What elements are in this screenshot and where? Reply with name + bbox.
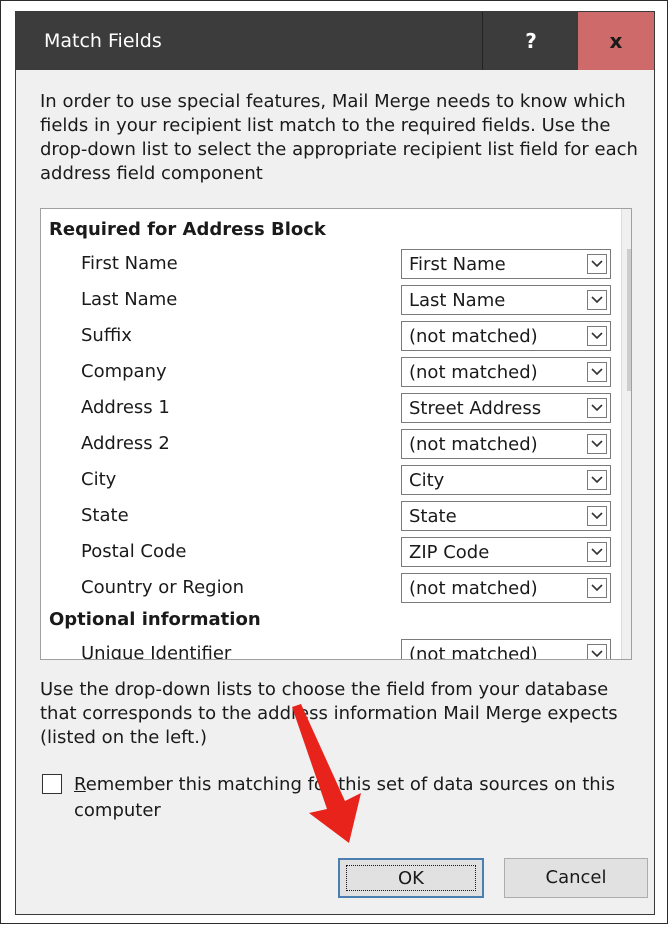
field-label: Address 1 <box>81 397 170 418</box>
field-dropdown[interactable]: Street Address <box>401 393 611 423</box>
dropdown-arrow-button[interactable] <box>587 254 607 274</box>
chevron-down-icon <box>591 584 603 592</box>
field-label: Country or Region <box>81 577 244 598</box>
scroll-thumb[interactable] <box>627 249 631 391</box>
match-fields-dialog: Match Fields ? x In order to use special… <box>15 11 655 915</box>
dialog-title: Match Fields <box>44 30 162 52</box>
help-button[interactable]: ? <box>482 12 579 70</box>
field-label: Address 2 <box>81 433 170 454</box>
dropdown-value: (not matched) <box>409 362 538 383</box>
access-key-letter: R <box>74 774 86 795</box>
field-mapping-list[interactable]: Required for Address Block First Name Firs… <box>40 208 632 660</box>
dropdown-value: First Name <box>409 254 506 275</box>
chevron-up-icon <box>631 221 632 229</box>
chevron-down-icon <box>591 332 603 340</box>
dropdown-value: Last Name <box>409 290 506 311</box>
chevron-down-icon <box>591 650 603 658</box>
field-row: Company (not matched) <box>41 355 621 389</box>
field-row: Suffix (not matched) <box>41 319 621 353</box>
chevron-down-icon <box>591 548 603 556</box>
field-dropdown[interactable]: (not matched) <box>401 573 611 603</box>
dropdown-value: (not matched) <box>409 644 538 660</box>
scroll-up-button[interactable] <box>622 209 632 243</box>
chevron-down-icon <box>591 512 603 520</box>
dropdown-arrow-button[interactable] <box>587 542 607 562</box>
field-row: First Name First Name <box>41 247 621 281</box>
field-row: Postal Code ZIP Code <box>41 535 621 569</box>
dropdown-arrow-button[interactable] <box>587 434 607 454</box>
field-dropdown[interactable]: City <box>401 465 611 495</box>
field-label: Company <box>81 361 167 382</box>
field-dropdown[interactable]: (not matched) <box>401 357 611 387</box>
dropdown-arrow-button[interactable] <box>587 398 607 418</box>
field-row: Country or Region (not matched) <box>41 571 621 605</box>
dropdown-arrow-button[interactable] <box>587 506 607 526</box>
scroll-down-button[interactable] <box>622 625 632 659</box>
field-row: Address 2 (not matched) <box>41 427 621 461</box>
field-label: State <box>81 505 129 526</box>
intro-text: In order to use special features, Mail M… <box>40 91 638 184</box>
dropdown-arrow-button[interactable] <box>587 362 607 382</box>
field-label: City <box>81 469 117 490</box>
dropdown-arrow-button[interactable] <box>587 326 607 346</box>
dropdown-arrow-button[interactable] <box>587 578 607 598</box>
field-label: Postal Code <box>81 541 187 562</box>
field-dropdown[interactable]: Last Name <box>401 285 611 315</box>
field-dropdown[interactable]: (not matched) <box>401 639 611 660</box>
field-label: First Name <box>81 253 178 274</box>
field-label: Last Name <box>81 289 178 310</box>
chevron-down-icon <box>591 296 603 304</box>
field-row: Address 1 Street Address <box>41 391 621 425</box>
remember-matching-checkbox[interactable] <box>42 774 62 794</box>
chevron-down-icon <box>591 368 603 376</box>
dropdown-value: Street Address <box>409 398 542 419</box>
field-row: City City <box>41 463 621 497</box>
dropdown-arrow-button[interactable] <box>587 644 607 659</box>
field-row: Unique Identifier (not matched) <box>41 637 621 660</box>
screenshot-frame: Match Fields ? x In order to use special… <box>0 0 668 924</box>
close-button[interactable]: x <box>578 12 654 70</box>
field-row: State State <box>41 499 621 533</box>
field-dropdown[interactable]: First Name <box>401 249 611 279</box>
ok-button[interactable]: OK <box>338 858 484 898</box>
cancel-button[interactable]: Cancel <box>504 858 648 898</box>
dropdown-arrow-button[interactable] <box>587 470 607 490</box>
field-dropdown[interactable]: ZIP Code <box>401 537 611 567</box>
vertical-scrollbar[interactable] <box>621 209 632 659</box>
field-label: Unique Identifier <box>81 643 232 660</box>
chevron-down-icon <box>631 637 632 645</box>
remember-label-text: emember this matching for this set of da… <box>74 774 616 821</box>
dropdown-value: (not matched) <box>409 326 538 347</box>
dropdown-value: (not matched) <box>409 434 538 455</box>
dropdown-value: City <box>409 470 445 491</box>
chevron-down-icon <box>591 476 603 484</box>
dropdown-arrow-button[interactable] <box>587 290 607 310</box>
field-row: Last Name Last Name <box>41 283 621 317</box>
dropdown-value: (not matched) <box>409 578 538 599</box>
section-header: Required for Address Block <box>49 219 326 240</box>
dropdown-value: ZIP Code <box>409 542 490 563</box>
ok-button-label: OK <box>398 868 424 889</box>
field-mapping-rows: Required for Address Block First Name Firs… <box>41 209 621 659</box>
help-text: Use the drop-down lists to choose the fi… <box>40 679 618 748</box>
title-bar: Match Fields ? x <box>16 12 654 70</box>
section-header: Optional information <box>49 609 261 630</box>
chevron-down-icon <box>591 440 603 448</box>
field-label: Suffix <box>81 325 132 346</box>
field-dropdown[interactable]: (not matched) <box>401 321 611 351</box>
field-dropdown[interactable]: (not matched) <box>401 429 611 459</box>
dropdown-value: State <box>409 506 457 527</box>
chevron-down-icon <box>591 404 603 412</box>
remember-matching-label[interactable]: Remember this matching for this set of d… <box>74 772 644 824</box>
field-dropdown[interactable]: State <box>401 501 611 531</box>
chevron-down-icon <box>591 260 603 268</box>
